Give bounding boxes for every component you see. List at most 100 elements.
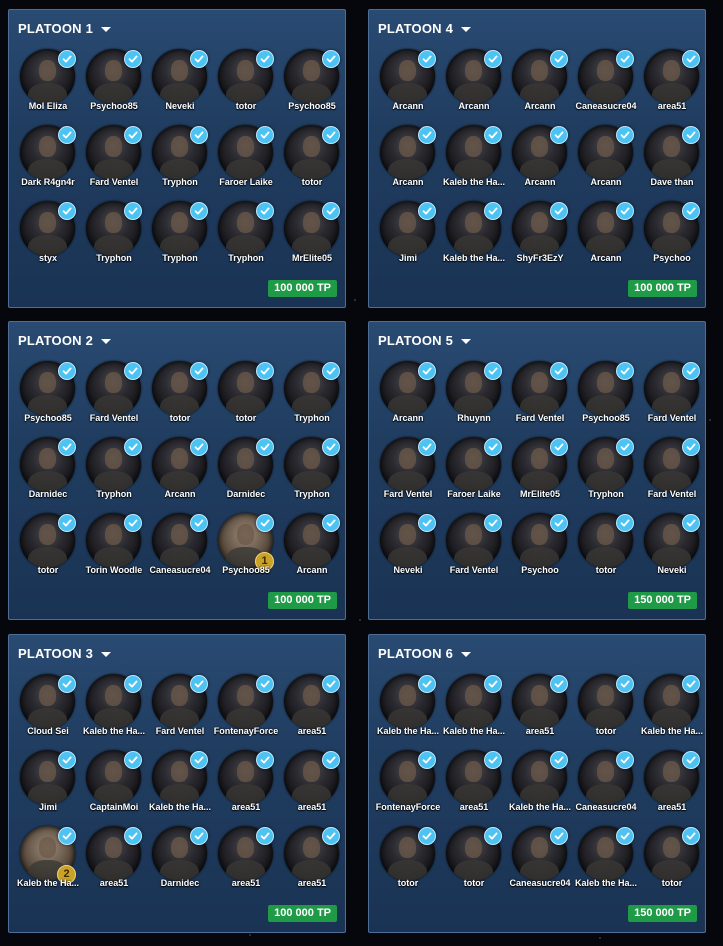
unit-slot[interactable]: Arcann — [281, 513, 343, 575]
unit-slot[interactable]: area51 — [281, 826, 343, 888]
unit-slot[interactable]: styx — [17, 201, 79, 263]
unit-slot[interactable]: Tryphon — [575, 437, 637, 499]
unit-slot[interactable]: totor — [149, 361, 211, 423]
unit-slot[interactable]: area51 — [281, 674, 343, 736]
unit-slot[interactable]: Neveki — [149, 49, 211, 111]
unit-slot[interactable]: Kaleb the Ha... — [443, 201, 505, 263]
unit-slot[interactable]: MrElite05 — [281, 201, 343, 263]
unit-slot[interactable]: Arcann — [443, 49, 505, 111]
unit-slot[interactable]: Tryphon — [83, 201, 145, 263]
unit-slot[interactable]: FontenayForce — [214, 674, 278, 736]
unit-slot[interactable]: Tryphon — [215, 201, 277, 263]
unit-slot[interactable]: ShyFr3EzY — [509, 201, 571, 263]
unit-slot[interactable]: Fard Ventel — [509, 361, 571, 423]
unit-slot[interactable]: Arcann — [149, 437, 211, 499]
unit-slot[interactable]: Kaleb the Ha... — [377, 674, 439, 736]
unit-slot[interactable]: Darnidec — [17, 437, 79, 499]
unit-slot[interactable]: Darnidec — [215, 437, 277, 499]
unit-slot[interactable]: Arcann — [377, 49, 439, 111]
unit-slot[interactable]: Tryphon — [281, 361, 343, 423]
unit-slot[interactable]: Tryphon — [281, 437, 343, 499]
unit-slot[interactable]: Fard Ventel — [641, 361, 703, 423]
unit-slot[interactable]: totor — [281, 125, 343, 187]
unit-slot[interactable]: Arcann — [377, 361, 439, 423]
unit-slot[interactable]: area51 — [443, 750, 505, 812]
unit-slot[interactable]: Psychoo85 — [281, 49, 343, 111]
unit-slot[interactable]: 1 Psychoo85 — [215, 513, 277, 575]
unit-slot[interactable]: Fard Ventel — [377, 437, 439, 499]
unit-slot[interactable]: area51 — [281, 750, 343, 812]
unit-slot[interactable]: Tryphon — [149, 125, 211, 187]
unit-slot[interactable]: Kaleb the Ha... — [149, 750, 211, 812]
unit-slot[interactable]: totor — [575, 513, 637, 575]
unit-slot[interactable]: Fard Ventel — [641, 437, 703, 499]
unit-slot[interactable]: Kaleb the Ha... — [641, 674, 703, 736]
unit-slot[interactable]: Fard Ventel — [83, 361, 145, 423]
unit-slot[interactable]: Torin Woodle — [83, 513, 145, 575]
unit-slot[interactable]: Kaleb the Ha... — [575, 826, 637, 888]
unit-slot[interactable]: totor — [215, 49, 277, 111]
check-icon — [190, 751, 208, 769]
unit-slot[interactable]: totor — [215, 361, 277, 423]
unit-slot[interactable]: totor — [443, 826, 505, 888]
unit-slot[interactable]: Faroer Laike — [215, 125, 277, 187]
unit-slot[interactable]: Caneasucre04 — [149, 513, 211, 575]
unit-slot[interactable]: Mol Eliza — [17, 49, 79, 111]
unit-slot[interactable]: Dark R4gn4r — [17, 125, 79, 187]
unit-slot[interactable]: Neveki — [641, 513, 703, 575]
unit-slot[interactable]: Kaleb the Ha... — [443, 674, 505, 736]
unit-slot[interactable]: 2 Kaleb the Ha... — [17, 826, 79, 888]
unit-slot[interactable]: Caneasucre04 — [509, 826, 571, 888]
unit-slot[interactable]: FontenayForce — [376, 750, 440, 812]
platoon-header-dropdown[interactable]: PLATOON 4 — [378, 20, 471, 36]
unit-slot[interactable]: Tryphon — [83, 437, 145, 499]
unit-slot[interactable]: Darnidec — [149, 826, 211, 888]
unit-slot[interactable]: Fard Ventel — [83, 125, 145, 187]
unit-slot[interactable]: Kaleb the Ha... — [443, 125, 505, 187]
unit-slot[interactable]: Fard Ventel — [149, 674, 211, 736]
unit-slot[interactable]: Arcann — [575, 125, 637, 187]
unit-slot[interactable]: totor — [17, 513, 79, 575]
unit-slot[interactable]: Fard Ventel — [443, 513, 505, 575]
unit-slot[interactable]: Rhuynn — [443, 361, 505, 423]
unit-slot[interactable]: Psychoo — [509, 513, 571, 575]
check-icon — [124, 362, 142, 380]
unit-slot[interactable]: MrElite05 — [509, 437, 571, 499]
unit-slot[interactable]: area51 — [215, 750, 277, 812]
unit-slot[interactable]: CaptainMoi — [83, 750, 145, 812]
unit-slot[interactable]: Psychoo85 — [83, 49, 145, 111]
unit-slot[interactable]: totor — [641, 826, 703, 888]
unit-slot[interactable]: area51 — [83, 826, 145, 888]
platoon-header-dropdown[interactable]: PLATOON 5 — [378, 332, 471, 348]
unit-slot[interactable]: Kaleb the Ha... — [83, 674, 145, 736]
unit-slot[interactable]: Kaleb the Ha... — [509, 750, 571, 812]
unit-slot[interactable]: area51 — [215, 826, 277, 888]
unit-slot[interactable]: Caneasucre04 — [575, 49, 637, 111]
unit-slot[interactable]: Neveki — [377, 513, 439, 575]
unit-slot[interactable]: Faroer Laike — [443, 437, 505, 499]
unit-slot[interactable]: totor — [377, 826, 439, 888]
unit-slot[interactable]: Arcann — [509, 49, 571, 111]
unit-slot[interactable]: Dave than — [641, 125, 703, 187]
unit-slot[interactable]: area51 — [641, 49, 703, 111]
unit-slot[interactable]: Psychoo85 — [17, 361, 79, 423]
unit-slot[interactable]: totor — [575, 674, 637, 736]
unit-slot[interactable]: Jimi — [17, 750, 79, 812]
unit-slot[interactable]: Arcann — [575, 201, 637, 263]
platoon-header-dropdown[interactable]: PLATOON 1 — [18, 20, 111, 36]
unit-slot[interactable]: area51 — [641, 750, 703, 812]
unit-slot[interactable]: Cloud Sei — [17, 674, 79, 736]
unit-slot[interactable]: Arcann — [509, 125, 571, 187]
unit-slot[interactable]: Tryphon — [149, 201, 211, 263]
unit-slot[interactable]: Caneasucre04 — [575, 750, 637, 812]
platoon-header-dropdown[interactable]: PLATOON 2 — [18, 332, 111, 348]
unit-slot[interactable]: Psychoo85 — [575, 361, 637, 423]
unit-slot[interactable]: area51 — [509, 674, 571, 736]
unit-slot[interactable]: Psychoo — [641, 201, 703, 263]
check-icon — [190, 438, 208, 456]
unit-slot[interactable]: Jimi — [377, 201, 439, 263]
platoon-header-dropdown[interactable]: PLATOON 3 — [18, 645, 111, 661]
unit-slot[interactable]: Arcann — [377, 125, 439, 187]
player-name: Arcann — [524, 101, 556, 111]
platoon-header-dropdown[interactable]: PLATOON 6 — [378, 645, 471, 661]
